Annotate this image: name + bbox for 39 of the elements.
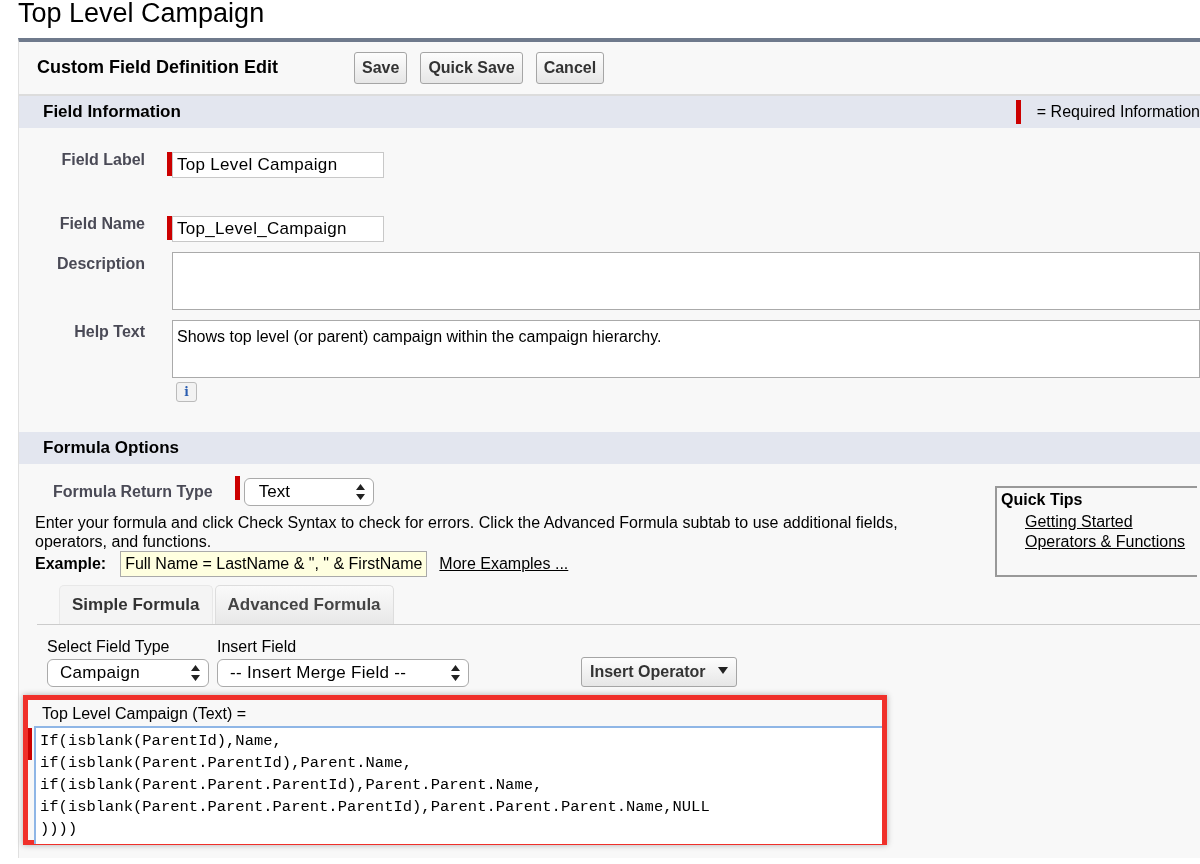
section-title: Formula Options [43,437,179,459]
insert-operator-button[interactable]: Insert Operator [581,656,737,687]
page-title: Top Level Campaign [17,0,266,26]
field-label: Description [56,254,145,274]
caret-icon [717,666,728,674]
panel-title: Custom Field Definition Edit [37,57,278,79]
selector-label: Insert Field [217,636,298,657]
formula-tab[interactable]: Simple Formula [59,585,213,624]
field-label: Help Text [73,322,145,342]
return-type-select[interactable]: Text [243,477,374,506]
required-marker [1015,100,1021,124]
info-button[interactable]: i [176,382,197,402]
dropdown-select[interactable]: -- Insert Merge Field -- [217,658,469,687]
field-label: Formula Return Type [53,481,213,502]
quick-tip-link[interactable]: Operators & Functions [1025,532,1186,552]
selector-label: Select Field Type [47,636,171,657]
formula-label: Top Level Campaign (Text) = [42,703,248,724]
instructions-text: Enter your formula and click Check Syntax to check for errors. Click the Advanced Formula subtab to use additional fields, operators, and functions. [35,513,899,551]
action-button[interactable]: Cancel [535,52,605,84]
action-button[interactable]: Save [354,52,408,84]
field-label: Field Label [60,150,145,170]
text-input[interactable]: Top_Level_Campaign [172,216,384,242]
text-area[interactable] [172,252,1200,310]
text-input[interactable]: Top Level Campaign [172,152,384,178]
formula-tab[interactable]: Advanced Formula [214,585,394,624]
updown-arrows-icon [355,483,365,500]
section-title: Field Information [43,101,181,123]
action-button[interactable]: Quick Save [420,52,523,84]
example-formula: Full Name = LastName & ", " & FirstName [120,551,428,577]
field-label: Field Name [58,214,145,234]
required-legend: = Required Information [1036,100,1200,124]
dropdown-select[interactable]: Campaign [47,658,209,687]
quick-tip-link[interactable]: Getting Started [1025,512,1133,532]
formula-editor[interactable]: If(isblank(ParentId),Name, if(isblank(Parent.ParentId),Parent.Name, if(isblank(Parent.Parent.ParentId),Parent.Parent.Name, if(isblank(Parent.Parent.Parent.ParentId),Parent.Parent.Parent.Name,NULL )))) [34,725,882,844]
more-examples-link[interactable]: More Examples ... [439,552,569,576]
updown-arrows-icon [451,664,460,681]
updown-arrows-icon [191,664,200,681]
text-area[interactable]: Shows top level (or parent) campaign within the campaign hierarchy. [172,320,1200,378]
example-label: Example: [35,554,107,574]
